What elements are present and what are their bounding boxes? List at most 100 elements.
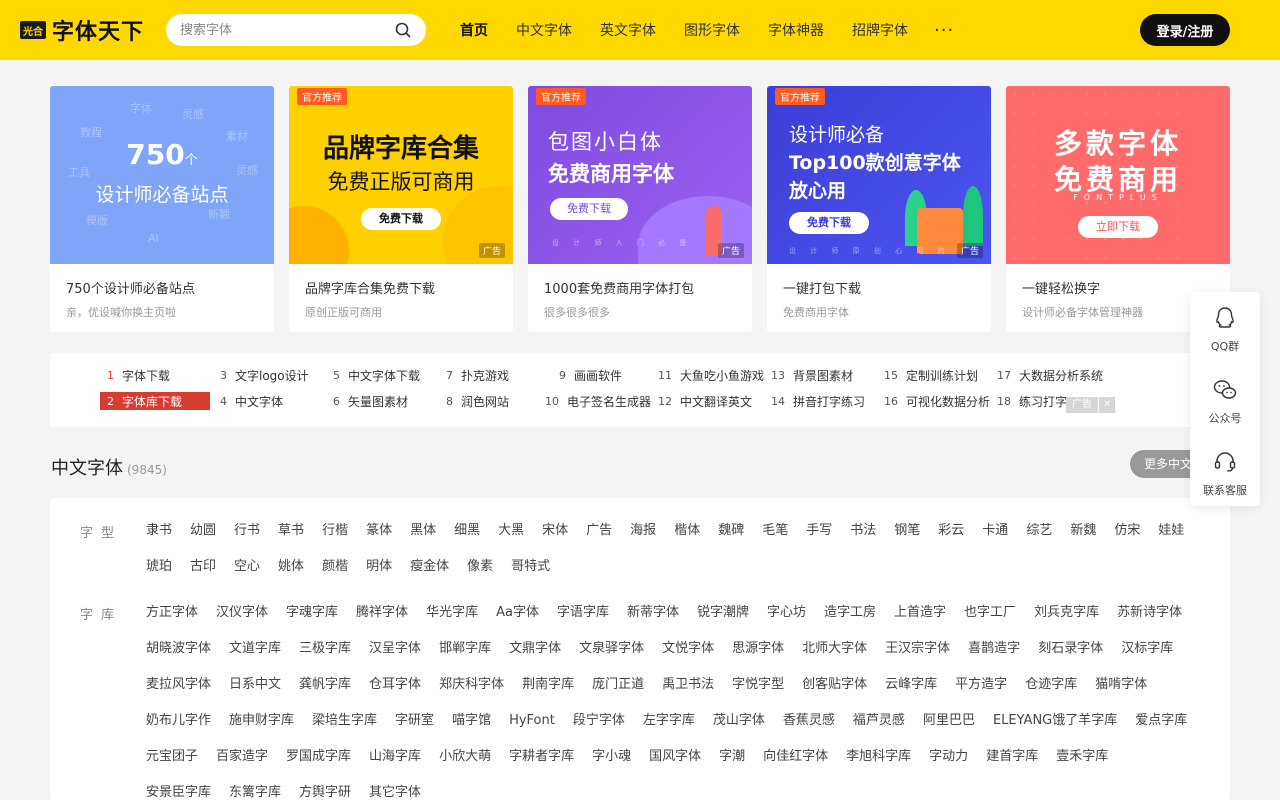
hot-link[interactable]: 9 画画软件 [552,366,622,384]
font-tag[interactable]: 行书 [234,513,260,549]
font-tag[interactable]: 奶布儿字作 [146,703,211,739]
font-tag[interactable]: 卡通 [982,513,1008,549]
hot-link[interactable]: 3 文字logo设计 [213,366,309,384]
search-input[interactable] [180,22,394,38]
font-tag[interactable]: HyFont [509,703,555,739]
customer-service-button[interactable]: 联系客服 [1190,436,1260,508]
font-tag[interactable]: 海报 [630,513,656,549]
font-tag[interactable]: 字潮 [719,739,745,775]
card-title[interactable]: 一键轻松换字 [1022,278,1100,297]
font-tag[interactable]: 字耕者字库 [509,739,574,775]
hot-link[interactable]: 7 扑克游戏 [439,366,509,384]
font-tag[interactable]: Aa字体 [496,595,539,631]
font-tag[interactable]: 李旭科字库 [846,739,911,775]
banner-download-button[interactable]: 免费下载 [789,212,869,234]
font-tag[interactable]: 空心 [234,549,260,585]
font-tag[interactable]: 彩云 [938,513,964,549]
banner-card[interactable]: 官方推荐 设计师必备 Top100款创意字体 放心用 免费下载 设 计 师 原 … [767,86,991,332]
font-tag[interactable]: 胡晓波字体 [146,631,211,667]
font-tag[interactable]: 文鼎字体 [509,631,561,667]
font-tag[interactable]: 字研室 [395,703,434,739]
font-tag[interactable]: 郑庆科字体 [439,667,504,703]
font-tag[interactable]: 字悦字型 [732,667,784,703]
font-tag[interactable]: 琥珀 [146,549,172,585]
font-tag[interactable]: 龚帆字库 [299,667,351,703]
font-tag[interactable]: 其它字体 [369,775,421,800]
hot-link[interactable]: 12 中文翻译英文 [658,392,752,410]
font-tag[interactable]: 手写 [806,513,832,549]
font-tag[interactable]: 隶书 [146,513,172,549]
font-tag[interactable]: 上首造字 [894,595,946,631]
font-tag[interactable]: 钢笔 [894,513,920,549]
font-tag[interactable]: 字语字库 [557,595,609,631]
font-tag[interactable]: 广告 [586,513,612,549]
font-tag[interactable]: 苏新诗字体 [1117,595,1182,631]
font-tag[interactable]: 汉仪字体 [216,595,268,631]
font-tag[interactable]: 安景臣字库 [146,775,211,800]
font-tag[interactable]: 日系中文 [229,667,281,703]
hot-link[interactable]: 18 练习打字 [997,392,1067,410]
nav-graphic-fonts[interactable]: 图形字体 [684,20,740,40]
font-tag[interactable]: 施申财字库 [229,703,294,739]
font-tag[interactable]: 东篱字库 [229,775,281,800]
font-tag[interactable]: 方舆字研 [299,775,351,800]
font-tag[interactable]: 福芦灵感 [853,703,905,739]
font-tag[interactable]: 字小魂 [592,739,631,775]
font-tag[interactable]: 云峰字库 [885,667,937,703]
font-tag[interactable]: 禹卫书法 [662,667,714,703]
card-title[interactable]: 750个设计师必备站点 [66,278,195,297]
font-tag[interactable]: 大黑 [498,513,524,549]
font-tag[interactable]: 颜楷 [322,549,348,585]
font-tag[interactable]: 仿宋 [1114,513,1140,549]
font-tag[interactable]: 创客贴字体 [802,667,867,703]
hot-link[interactable]: 4 中文字体 [213,392,283,410]
hot-link[interactable]: 5 中文字体下载 [326,366,420,384]
font-tag[interactable]: 字动力 [929,739,968,775]
nav-home[interactable]: 首页 [460,20,488,40]
nav-chinese-fonts[interactable]: 中文字体 [516,20,572,40]
font-tag[interactable]: 段宁字体 [573,703,625,739]
qq-group-button[interactable]: QQ群 [1190,292,1260,364]
font-tag[interactable]: 楷体 [674,513,700,549]
font-tag[interactable]: 新魏 [1070,513,1096,549]
font-tag[interactable]: 毛笔 [762,513,788,549]
font-tag[interactable]: 字心坊 [767,595,806,631]
font-tag[interactable]: 造字工房 [824,595,876,631]
font-tag[interactable]: 仓耳字体 [369,667,421,703]
font-tag[interactable]: 魏碑 [718,513,744,549]
font-tag[interactable]: 山海字库 [369,739,421,775]
font-tag[interactable]: 壹禾字库 [1056,739,1108,775]
font-tag[interactable]: 爱点字库 [1135,703,1187,739]
card-title[interactable]: 品牌字库合集免费下载 [305,278,435,297]
font-tag[interactable]: 古印 [190,549,216,585]
card-title[interactable]: 一键打包下载 [783,278,861,297]
font-tag[interactable]: 国风字体 [649,739,701,775]
font-tag[interactable]: 荆南字库 [522,667,574,703]
banner-card[interactable]: 官方推荐 品牌字库合集 免费正版可商用 免费下载 广告 品牌字库合集免费下载 原… [289,86,513,332]
font-tag[interactable]: 仓迹字库 [1025,667,1077,703]
font-tag[interactable]: 汉呈字体 [369,631,421,667]
font-tag[interactable]: 梁培生字库 [312,703,377,739]
banner-download-button[interactable]: 立即下载 [1078,216,1158,238]
hot-link[interactable]: 14 拼音打字练习 [771,392,865,410]
card-title[interactable]: 1000套免费商用字体打包 [544,278,694,297]
banner-download-button[interactable]: 免费下载 [550,198,628,220]
close-icon[interactable]: ✕ [1099,397,1116,413]
font-tag[interactable]: 篆体 [366,513,392,549]
font-tag[interactable]: 文悦字体 [662,631,714,667]
font-tag[interactable]: 猫啃字体 [1095,667,1147,703]
font-tag[interactable]: 汉标字库 [1121,631,1173,667]
nav-english-fonts[interactable]: 英文字体 [600,20,656,40]
more-menu-icon[interactable]: ··· [934,20,954,41]
font-tag[interactable]: 黑体 [410,513,436,549]
font-tag[interactable]: 阿里巴巴 [923,703,975,739]
font-tag[interactable]: 百家造字 [216,739,268,775]
font-tag[interactable]: 向佳红字体 [763,739,828,775]
font-tag[interactable]: 幼圆 [190,513,216,549]
font-tag[interactable]: 文道字库 [229,631,281,667]
hot-link[interactable]: 15 定制训练计划 [884,366,978,384]
hot-link[interactable]: 13 背景图素材 [771,366,853,384]
hot-link[interactable]: 8 润色网站 [439,392,509,410]
hot-link[interactable]: 1 字体下载 [100,366,170,384]
font-tag[interactable]: 麦拉风字体 [146,667,211,703]
